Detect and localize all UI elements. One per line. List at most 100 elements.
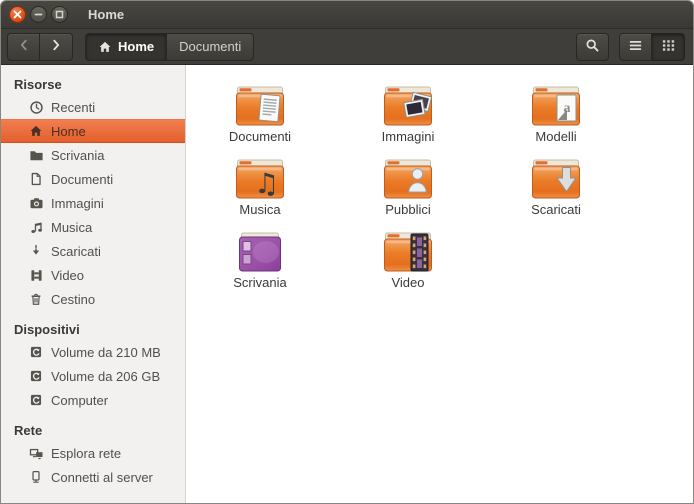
folder-music: ♫ bbox=[235, 156, 285, 200]
sidebar-item-cestino[interactable]: Cestino bbox=[1, 287, 185, 311]
sidebar-item-label: Documenti bbox=[51, 171, 114, 187]
sidebar-item-esplora-rete[interactable]: Esplora rete bbox=[1, 441, 185, 465]
sidebar-item-label: Home bbox=[51, 123, 86, 139]
folder-item-label: Pubblici bbox=[385, 202, 431, 217]
list-view-button[interactable] bbox=[619, 32, 652, 61]
sidebar-item-label: Musica bbox=[51, 219, 93, 235]
recent-icon bbox=[28, 99, 44, 115]
maximize-button[interactable] bbox=[51, 6, 68, 23]
desktop-icon bbox=[235, 229, 285, 273]
sidebar-item-label: Volume da 206 GB bbox=[51, 368, 161, 384]
sidebar-item-musica[interactable]: Musica bbox=[1, 215, 185, 239]
file-manager-window: Home Home Documenti Risorse Recenti Home Scr… bbox=[0, 0, 694, 504]
sidebar-item-connetti-al-server[interactable]: Connetti al server bbox=[1, 465, 185, 489]
breadcrumb-label: Home bbox=[118, 39, 155, 54]
view-toggle bbox=[619, 32, 685, 61]
grid-view-button[interactable] bbox=[652, 32, 685, 61]
folder-item-label: Modelli bbox=[535, 129, 577, 144]
folder-grid: Documenti Immagini a Modelli ♫ Musica Pubblici… bbox=[186, 83, 693, 302]
music-icon bbox=[28, 219, 44, 235]
search-icon bbox=[585, 38, 600, 56]
sidebar-item-immagini[interactable]: Immagini bbox=[1, 191, 185, 215]
home-icon bbox=[28, 123, 44, 139]
folder-item-pubblici[interactable]: Pubblici bbox=[334, 156, 482, 229]
toolbar: Home Documenti bbox=[1, 29, 693, 65]
folder-item-video[interactable]: Video bbox=[334, 229, 482, 302]
breadcrumb-documenti[interactable]: Documenti bbox=[167, 32, 255, 61]
sidebar-item-volume-da-210-mb[interactable]: Volume da 210 MB bbox=[1, 340, 185, 364]
folder-item-label: Scaricati bbox=[531, 202, 581, 217]
sidebar-item-label: Recenti bbox=[51, 99, 96, 115]
drive-icon bbox=[28, 392, 44, 408]
minimize-button[interactable] bbox=[30, 6, 47, 23]
back-button[interactable] bbox=[7, 32, 40, 61]
folder-item-modelli[interactable]: a Modelli bbox=[482, 83, 630, 156]
sidebar-item-documenti[interactable]: Documenti bbox=[1, 167, 185, 191]
folder-item-scrivania[interactable]: Scrivania bbox=[186, 229, 334, 302]
minimize-icon bbox=[34, 13, 43, 16]
network-icon bbox=[28, 445, 44, 461]
drive-icon bbox=[28, 344, 44, 360]
sidebar-item-label: Immagini bbox=[51, 195, 104, 211]
sidebar: Risorse Recenti Home Scrivania Documenti Imma… bbox=[1, 65, 186, 503]
sidebar-item-video[interactable]: Video bbox=[1, 263, 185, 287]
sidebar-item-home[interactable]: Home bbox=[1, 119, 185, 143]
folder-documents bbox=[235, 83, 285, 127]
drive-icon bbox=[28, 368, 44, 384]
folder-downloads bbox=[531, 156, 581, 200]
app-body: Risorse Recenti Home Scrivania Documenti Imma… bbox=[1, 65, 693, 503]
close-button[interactable] bbox=[9, 6, 26, 23]
folder-item-musica[interactable]: ♫ Musica bbox=[186, 156, 334, 229]
folder-public bbox=[383, 156, 433, 200]
sidebar-item-label: Computer bbox=[51, 392, 109, 408]
home-icon bbox=[98, 40, 112, 54]
sidebar-item-computer[interactable]: Computer bbox=[1, 388, 185, 412]
breadcrumb-home[interactable]: Home bbox=[85, 32, 168, 61]
sidebar-item-recenti[interactable]: Recenti bbox=[1, 95, 185, 119]
folder-item-label: Video bbox=[391, 275, 425, 290]
titlebar: Home bbox=[1, 1, 693, 29]
folder-images bbox=[383, 83, 433, 127]
sidebar-item-label: Connetti al server bbox=[51, 469, 153, 485]
search-button[interactable] bbox=[576, 32, 609, 61]
folder-item-label: Musica bbox=[239, 202, 281, 217]
desktop-icon bbox=[28, 147, 44, 163]
folder-item-scaricati[interactable]: Scaricati bbox=[482, 156, 630, 229]
document-icon bbox=[28, 171, 44, 187]
download-icon bbox=[28, 243, 44, 259]
grid-view-icon bbox=[661, 38, 676, 56]
video-icon bbox=[28, 267, 44, 283]
sidebar-item-label: Esplora rete bbox=[51, 445, 122, 461]
svg-text:♫: ♫ bbox=[254, 167, 279, 200]
camera-icon bbox=[28, 195, 44, 211]
window-title: Home bbox=[88, 7, 125, 22]
folder-item-label: Documenti bbox=[228, 129, 292, 144]
sidebar-item-label: Cestino bbox=[51, 291, 96, 307]
breadcrumb: Home Documenti bbox=[85, 32, 255, 61]
chevron-right-icon bbox=[49, 38, 63, 55]
breadcrumb-label: Documenti bbox=[179, 39, 242, 54]
chevron-left-icon bbox=[17, 38, 31, 55]
sidebar-item-label: Video bbox=[51, 267, 85, 283]
close-icon bbox=[13, 10, 22, 19]
trash-icon bbox=[28, 291, 44, 307]
sidebar-item-label: Scaricati bbox=[51, 243, 101, 259]
sidebar-section-rete: Rete bbox=[14, 422, 43, 438]
server-icon bbox=[28, 469, 44, 485]
list-view-icon bbox=[628, 38, 643, 56]
sidebar-item-label: Scrivania bbox=[51, 147, 105, 163]
maximize-icon bbox=[55, 10, 64, 19]
folder-item-immagini[interactable]: Immagini bbox=[334, 83, 482, 156]
folder-video bbox=[383, 229, 433, 273]
folder-item-label: Scrivania bbox=[233, 275, 287, 290]
forward-button[interactable] bbox=[40, 32, 73, 61]
folder-templates: a bbox=[531, 83, 581, 127]
history-nav bbox=[7, 32, 73, 61]
sidebar-section-risorse: Risorse bbox=[14, 76, 62, 92]
sidebar-item-volume-da-206-gb[interactable]: Volume da 206 GB bbox=[1, 364, 185, 388]
sidebar-item-scrivania[interactable]: Scrivania bbox=[1, 143, 185, 167]
folder-item-documenti[interactable]: Documenti bbox=[186, 83, 334, 156]
sidebar-section-dispositivi: Dispositivi bbox=[14, 321, 80, 337]
sidebar-item-scaricati[interactable]: Scaricati bbox=[1, 239, 185, 263]
content-area: Documenti Immagini a Modelli ♫ Musica Pubblici… bbox=[186, 65, 693, 503]
